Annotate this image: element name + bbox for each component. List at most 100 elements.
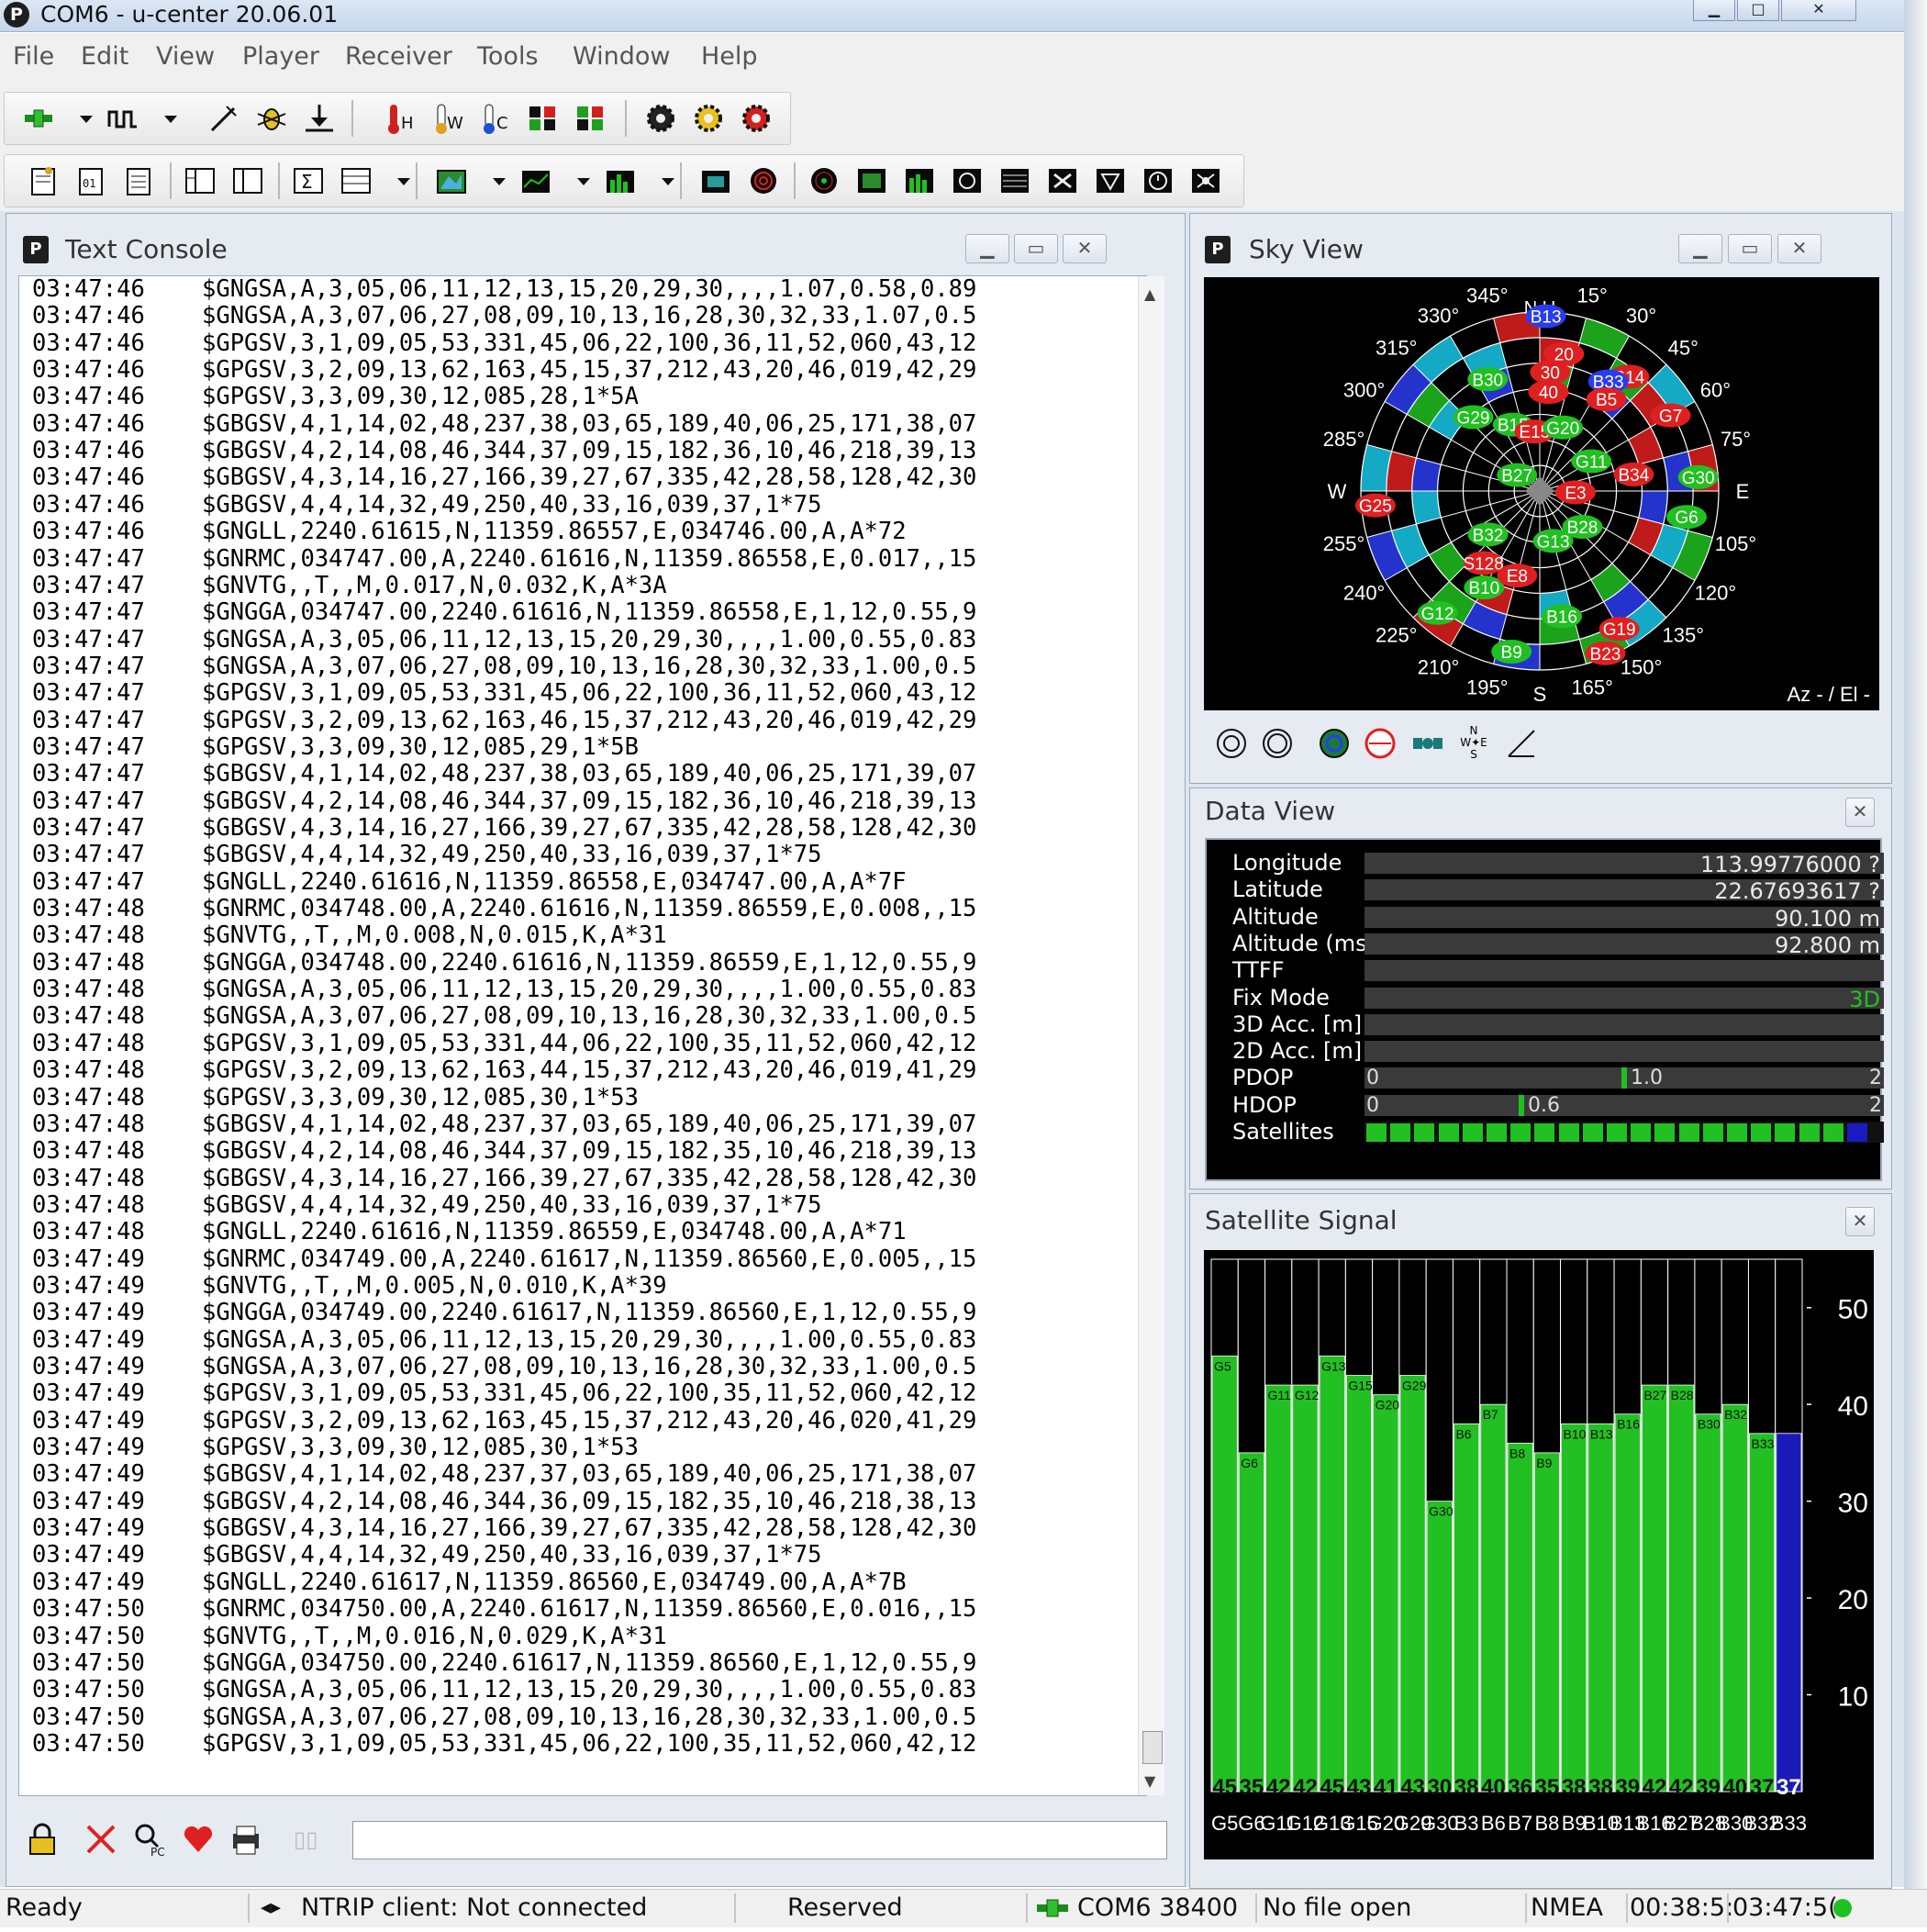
menu-help[interactable]: Help — [701, 42, 758, 71]
gear-reset-icon[interactable] — [739, 101, 774, 136]
signal-bar[interactable] — [1345, 1375, 1373, 1792]
close-button[interactable]: ✕ — [1845, 1207, 1875, 1236]
dropdown-icon[interactable] — [153, 101, 177, 136]
signal-bar[interactable] — [1533, 1452, 1560, 1792]
statistics-icon[interactable]: Σ — [291, 163, 326, 198]
autobaud-icon[interactable] — [206, 101, 241, 136]
signal-bar[interactable] — [1776, 1433, 1802, 1792]
signal-bar[interactable] — [1211, 1356, 1238, 1792]
sky-satellite[interactable]: G30 — [1677, 464, 1719, 489]
heart-icon[interactable] — [180, 1821, 217, 1858]
signal-bar[interactable] — [1480, 1403, 1507, 1792]
sky-satellite[interactable]: G11 — [1571, 449, 1612, 474]
camera-view-icon[interactable] — [698, 163, 733, 198]
compass-icon[interactable] — [807, 163, 841, 198]
signal-bar[interactable] — [1454, 1423, 1480, 1792]
cold-start-icon[interactable]: C — [478, 101, 513, 136]
binary-console-icon[interactable]: 01 — [74, 163, 109, 198]
ring-icon[interactable] — [1259, 725, 1296, 762]
satellite-icon[interactable] — [1045, 163, 1080, 198]
minimize-button[interactable]: ▁ — [965, 234, 1009, 263]
sky-color-icon[interactable] — [1316, 725, 1353, 762]
hot-start-icon[interactable]: H — [383, 101, 418, 136]
signal-bar[interactable] — [1561, 1423, 1587, 1792]
restore-button[interactable]: ▭ — [1728, 234, 1772, 263]
clear-icon[interactable] — [84, 1823, 117, 1856]
sky-satellite[interactable]: B13 — [1525, 304, 1566, 329]
scroll-up-icon[interactable]: ▲ — [1144, 285, 1155, 303]
signal-bar[interactable] — [1614, 1413, 1641, 1792]
menu-edit[interactable]: Edit — [81, 42, 128, 71]
sky-satellite[interactable]: E8 — [1497, 564, 1538, 588]
printer-icon[interactable] — [228, 1821, 264, 1858]
menu-receiver[interactable]: Receiver — [345, 42, 452, 71]
signal-bar[interactable] — [1721, 1403, 1748, 1792]
dropdown-icon[interactable] — [386, 163, 410, 198]
signal-bar[interactable] — [1507, 1442, 1533, 1792]
signal-bar[interactable] — [1587, 1423, 1614, 1792]
sky-satellite[interactable]: G19 — [1598, 617, 1640, 642]
table-icon[interactable] — [997, 163, 1032, 198]
messages-view-icon[interactable] — [183, 163, 217, 198]
connection-icon[interactable] — [21, 101, 56, 136]
console-text-area[interactable]: 03:47:46 $GNGSA,A,3,05,06,11,12,13,15,20,… — [18, 275, 1147, 1796]
sky-satellite[interactable]: G6 — [1666, 505, 1708, 530]
maximize-button[interactable]: □ — [1737, 0, 1779, 21]
sky-plot[interactable]: 345° 15° 30° 45°60° 75° E 105° 120° 135°150° 165°… — [1204, 277, 1879, 710]
packet-console-icon[interactable] — [27, 163, 61, 198]
minimize-button[interactable]: ▁ — [1693, 0, 1735, 21]
menu-file[interactable]: File — [13, 42, 54, 71]
status-ntrip[interactable]: NTRIP client: Not connected — [301, 1893, 647, 1924]
sky-satellite[interactable]: B16 — [1542, 604, 1583, 629]
signal-bar[interactable] — [1668, 1384, 1695, 1792]
elevation-mask-icon[interactable] — [1503, 725, 1540, 762]
signal-bars-icon[interactable] — [902, 163, 937, 198]
sky-satellite[interactable]: B34 — [1613, 462, 1654, 486]
sky-satellite[interactable]: B30 — [1467, 367, 1509, 392]
antenna-icon[interactable] — [1188, 163, 1223, 198]
polar-icon[interactable] — [1213, 725, 1250, 762]
sky-red-icon[interactable] — [1362, 725, 1398, 762]
sky-satellite[interactable]: S128 — [1463, 551, 1504, 575]
sky-satellite[interactable]: G25 — [1354, 493, 1396, 518]
close-button[interactable]: ✕ — [1781, 0, 1856, 21]
console-input[interactable] — [352, 1821, 1167, 1859]
signal-bar[interactable] — [1399, 1375, 1426, 1792]
signal-bar[interactable] — [1292, 1384, 1319, 1792]
lock-icon[interactable] — [26, 1821, 59, 1858]
satellite-icon[interactable] — [1409, 725, 1446, 762]
signal-bar[interactable] — [1373, 1394, 1399, 1792]
sky-satellite[interactable]: 40 — [1528, 380, 1569, 405]
restore-button[interactable]: ▭ — [1014, 234, 1058, 263]
minimize-button[interactable]: ▁ — [1678, 234, 1722, 263]
sky-satellite[interactable]: G29 — [1453, 405, 1494, 430]
ubx-msg-icon[interactable] — [526, 101, 561, 136]
data-view-icon[interactable] — [230, 163, 265, 198]
dropdown-icon[interactable] — [566, 163, 590, 198]
sky-satellite[interactable]: G12 — [1417, 600, 1458, 625]
compass-nwse-icon[interactable]: N W✦E S — [1455, 725, 1492, 762]
sky-satellite[interactable]: G7 — [1650, 403, 1691, 428]
signal-bar[interactable] — [1749, 1433, 1776, 1792]
clock-icon[interactable] — [1141, 163, 1175, 198]
signal-bar[interactable] — [1641, 1384, 1668, 1792]
histogram-icon[interactable] — [603, 163, 638, 198]
close-button[interactable]: ✕ — [1777, 234, 1821, 263]
text-console-icon[interactable] — [122, 163, 157, 198]
scroll-thumb[interactable] — [1142, 1731, 1163, 1764]
pc-filter-icon[interactable]: PC — [132, 1821, 169, 1859]
download-icon[interactable] — [302, 101, 337, 136]
signal-bar[interactable] — [1695, 1413, 1721, 1792]
sky-satellite[interactable]: B23 — [1585, 641, 1626, 665]
close-button[interactable]: ✕ — [1063, 234, 1107, 263]
signal-bar[interactable] — [1319, 1356, 1345, 1792]
sky-satellite[interactable]: G13 — [1532, 529, 1574, 553]
sky-view-icon[interactable] — [746, 163, 781, 198]
status-port[interactable]: COM6 38400 — [1077, 1893, 1238, 1924]
signal-bar[interactable] — [1426, 1501, 1453, 1792]
chart-view-icon[interactable] — [518, 163, 553, 198]
menu-player[interactable]: Player — [242, 42, 319, 71]
dropdown-icon[interactable] — [69, 101, 93, 136]
dropdown-icon[interactable] — [651, 163, 674, 198]
sky-satellite[interactable]: B27 — [1497, 463, 1538, 487]
